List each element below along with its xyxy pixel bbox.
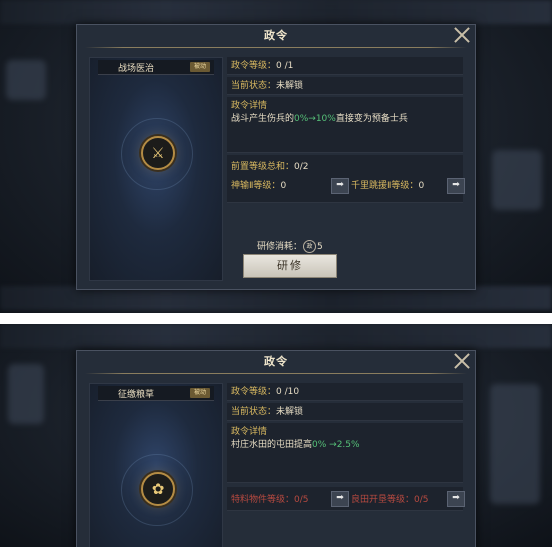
crossed-swords-icon: ⚔ bbox=[141, 136, 175, 170]
prereq2-value: 0 bbox=[418, 181, 425, 191]
level-row: 政令等级：0 /10 bbox=[227, 383, 463, 401]
dialog-title: 政令 bbox=[264, 29, 288, 42]
prereq-label-line: 前置等级总和：0/2 bbox=[231, 160, 463, 174]
policy-point-icon: 政 bbox=[303, 240, 317, 253]
bottom-screenshot: 政令 征缴粮草 被动 ✿ 政令等级：0 /10 当前状态：未解锁 政令详情 村庄… bbox=[0, 324, 552, 547]
prereq-items: 神输Ⅱ等级：0 ➡ 千里跳援Ⅱ等级：0 ➡ bbox=[231, 177, 465, 195]
cost-value: 5 bbox=[317, 242, 323, 252]
prereq2: 良田开垦等级：0/5 bbox=[351, 492, 429, 505]
prereq2: 千里跳援Ⅱ等级：0 bbox=[351, 179, 424, 193]
goto-prereq2-arrow-icon[interactable]: ➡ bbox=[447, 491, 465, 507]
details-box: 政令详情 村庄水田的屯田提高0% →2.5% bbox=[227, 423, 463, 483]
goto-prereq1-arrow-icon[interactable]: ➡ bbox=[331, 491, 349, 507]
policy-dialog: 政令 征缴粮草 被动 ✿ 政令等级：0 /10 当前状态：未解锁 政令详情 村庄… bbox=[76, 350, 476, 547]
level-value: 0 /1 bbox=[276, 61, 294, 71]
goto-prereq1-arrow-icon[interactable]: ➡ bbox=[331, 178, 349, 194]
details-range: 0%→10% bbox=[294, 114, 336, 124]
details-prefix: 战斗产生伤兵的 bbox=[231, 114, 295, 124]
close-icon[interactable] bbox=[453, 26, 471, 44]
details-box: 政令详情 战斗产生伤兵的0%→10%直接变为预备士兵 bbox=[227, 97, 463, 153]
background-blob bbox=[490, 384, 540, 504]
prereq1-value: 0/5 bbox=[294, 495, 309, 505]
prereq2-label: 良田开垦等级： bbox=[351, 495, 415, 505]
details-label: 政令详情 bbox=[231, 101, 268, 111]
study-button[interactable]: 研修 bbox=[243, 254, 337, 278]
policy-dialog: 政令 战场医治 被动 ⚔ 政令等级：0 /1 当前状态：未解锁 政令详情 战斗产… bbox=[76, 24, 476, 290]
details-range: 0% →2.5% bbox=[312, 440, 360, 450]
status-value: 未解锁 bbox=[276, 407, 304, 417]
study-cost: 研修消耗：政 5 bbox=[257, 239, 323, 253]
level-label: 政令等级： bbox=[231, 387, 277, 397]
background-blob bbox=[6, 60, 46, 100]
passive-badge: 被动 bbox=[189, 388, 210, 398]
prereq1: 特料物件等级：0/5 bbox=[231, 492, 309, 505]
prereq-label: 前置等级总和： bbox=[231, 162, 295, 172]
background-topbar bbox=[0, 0, 552, 24]
prereq-value: 0/2 bbox=[294, 162, 309, 172]
prereq1-value: 0 bbox=[280, 181, 287, 191]
policy-card: 征缴粮草 被动 ✿ bbox=[89, 383, 223, 547]
background-blob bbox=[492, 150, 542, 210]
prereq-items: 特料物件等级：0/5 ➡ 良田开垦等级：0/5 ➡ bbox=[231, 487, 465, 509]
level-value: 0 /10 bbox=[276, 387, 300, 397]
status-label: 当前状态： bbox=[231, 81, 277, 91]
details-suffix: 直接变为预备士兵 bbox=[335, 114, 408, 124]
policy-name: 征缴粮草 bbox=[118, 390, 155, 400]
status-row: 当前状态：未解锁 bbox=[227, 77, 463, 95]
cost-label: 研修消耗： bbox=[257, 242, 303, 252]
title-divider bbox=[85, 373, 467, 374]
passive-badge: 被动 bbox=[189, 62, 210, 72]
policy-name-bar: 战场医治 被动 bbox=[98, 60, 214, 75]
status-value: 未解锁 bbox=[276, 81, 304, 91]
level-label: 政令等级： bbox=[231, 61, 277, 71]
prereq1-label: 特料物件等级： bbox=[231, 495, 295, 505]
prereq1-label: 神输Ⅱ等级： bbox=[231, 181, 281, 191]
status-label: 当前状态： bbox=[231, 407, 277, 417]
status-row: 当前状态：未解锁 bbox=[227, 403, 463, 421]
details-prefix: 村庄水田的屯田提高 bbox=[231, 440, 313, 450]
prereq2-value: 0/5 bbox=[414, 495, 429, 505]
title-divider bbox=[85, 47, 467, 48]
policy-card: 战场医治 被动 ⚔ bbox=[89, 57, 223, 281]
prerequisite-box: 特料物件等级：0/5 ➡ 良田开垦等级：0/5 ➡ bbox=[227, 487, 465, 511]
background-topbar bbox=[0, 324, 552, 348]
close-icon[interactable] bbox=[453, 352, 471, 370]
top-screenshot: 政令 战场医治 被动 ⚔ 政令等级：0 /1 当前状态：未解锁 政令详情 战斗产… bbox=[0, 0, 552, 313]
level-row: 政令等级：0 /1 bbox=[227, 57, 463, 75]
policy-name: 战场医治 bbox=[118, 64, 155, 74]
goto-prereq2-arrow-icon[interactable]: ➡ bbox=[447, 178, 465, 194]
prereq1: 神输Ⅱ等级：0 bbox=[231, 179, 286, 193]
details-label: 政令详情 bbox=[231, 427, 268, 437]
policy-name-bar: 征缴粮草 被动 bbox=[98, 386, 214, 401]
background-blob bbox=[8, 364, 44, 424]
dialog-title: 政令 bbox=[264, 355, 288, 368]
prereq2-label: 千里跳援Ⅱ等级： bbox=[351, 181, 419, 191]
prerequisite-box: 前置等级总和：0/2 神输Ⅱ等级：0 ➡ 千里跳援Ⅱ等级：0 ➡ bbox=[227, 155, 465, 203]
grain-sheaf-icon: ✿ bbox=[141, 472, 175, 506]
